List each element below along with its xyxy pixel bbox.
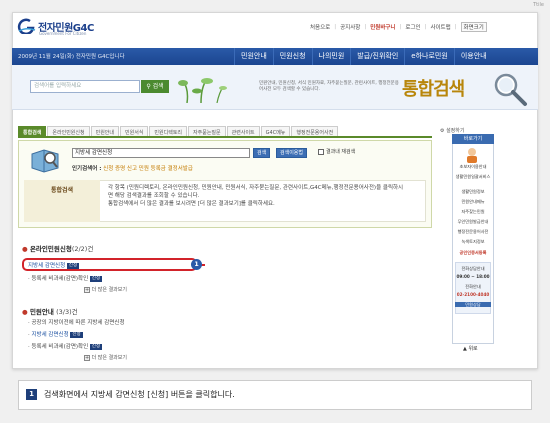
search-band: 검색어를 입력하세요 ⚲ 검색 민원안내, 민원신청, 서식 민원자료, 자주묻… — [12, 65, 538, 110]
apply-button[interactable]: 신청 — [66, 262, 80, 269]
popular-label: 인기검색어 : — [72, 166, 102, 172]
result-item: · 공장의 지방이전에 따른 지방세 감면신청 — [28, 318, 125, 326]
sidebar-item-certificate[interactable]: 공인인증서등록 — [455, 250, 491, 255]
sidebar-title: 바로가기 — [452, 134, 494, 144]
result-link-registration-tax[interactable]: 등록세 비과세(감면)확인 — [32, 344, 89, 350]
plus-icon: + — [84, 355, 90, 361]
info-text: 각 항목 (민원디렉토리, 온라인민원신청, 민원안내, 민원서식, 자주묻는질… — [108, 185, 404, 207]
result-item: · 등록세 비과세(감면)확인 신청 — [28, 342, 103, 350]
sidebar-item-guide-menu[interactable]: 민원안내메뉴 — [455, 199, 491, 204]
util-basket-link[interactable]: 민원바구니 — [370, 23, 395, 31]
sidebar-item-life-info[interactable]: 생활민원정보 — [455, 189, 491, 194]
search-input[interactable]: 검색어를 입력하세요 — [30, 80, 140, 93]
bullet-icon: · — [28, 320, 30, 326]
search-icon: ⚲ — [146, 83, 151, 90]
query-input[interactable]: 지방세 감면신청 — [72, 148, 250, 158]
caption-text: 검색화면에서 지방세 감면신청 [신청] 버튼을 클릭합니다. — [44, 390, 235, 399]
util-login-link[interactable]: 로그인 — [405, 23, 420, 31]
main-menu: 민원안내 민원신청 나의민원 발급/진위확인 e하나로민원 이용안내 — [234, 48, 493, 65]
menu-item-issue[interactable]: 발급/진위확인 — [350, 48, 404, 65]
menu-item-usage[interactable]: 이용안내 — [453, 48, 493, 65]
plant-illustration-icon — [178, 78, 227, 103]
popular-keywords: 인기검색어 : 신청 증명 신고 민원 등록금 결정서발급 — [72, 164, 193, 172]
result-item: · 등록세 비과세(감면)확인 신청 — [28, 274, 103, 282]
callout-number-badge: 1 — [191, 259, 202, 270]
section-online-apply-heading: ● 온라인민원신청(2/2)건 — [22, 245, 94, 253]
util-home-link[interactable]: 처음으로 — [310, 23, 330, 31]
search-button[interactable]: ⚲ 검색 — [141, 80, 169, 93]
apply-button[interactable]: 신청 — [89, 275, 103, 282]
call-center-hours: 09:00 ~ 18:00 — [456, 274, 490, 279]
phone-number: 02-2100-4040 — [456, 292, 490, 297]
book-magnifier-icon — [31, 149, 59, 173]
sidebar-item-beginner[interactable]: 초보자이용안내 — [455, 164, 491, 169]
logo-subtitle: Government For Citizen — [39, 31, 87, 36]
sidebar-item-consult[interactable]: 민원상담 — [455, 302, 491, 307]
refine-search-label: 결과내 재검색 — [326, 149, 356, 155]
more-results-link[interactable]: + 더 많은 결과보기 — [84, 354, 127, 361]
unified-search-title: 통합검색 — [402, 79, 465, 100]
bullet-icon: · — [28, 276, 30, 282]
apply-button[interactable]: 신청 — [89, 343, 103, 350]
result-item: · 지방세 감면신청 신청 — [28, 330, 83, 338]
apply-button[interactable]: 신청 — [70, 331, 83, 338]
more-results-link[interactable]: + 더 많은 결과보기 — [84, 286, 127, 293]
sidebar-item-green-land[interactable]: 녹색토지정보 — [455, 239, 491, 244]
sidebar-item-kiosk[interactable]: 무인민원발급안내 — [455, 219, 491, 224]
phone-label: 전화안내 — [465, 284, 481, 289]
search-description: 민원안내, 민원신청, 서식 민원자료, 자주묻는질문, 관련사이트, 행정전문… — [259, 81, 399, 92]
call-center-label: 전화상담안내 — [461, 266, 485, 271]
popular-keyword-list[interactable]: 신청 증명 신고 민원 등록금 결정서발급 — [103, 166, 193, 172]
result-link-factory-relocation[interactable]: 공장의 지방이전에 따른 지방세 감면신청 — [32, 320, 125, 326]
bullet-icon: · — [28, 332, 30, 338]
result-link-registration-tax[interactable]: 등록세 비과세(감면)확인 — [32, 276, 89, 282]
gear-icon: ⚙ — [440, 128, 445, 134]
menu-item-my[interactable]: 나의민원 — [311, 48, 351, 65]
arrow-up-icon: ▲ — [463, 346, 467, 352]
util-notice-link[interactable]: 공지사항 — [340, 23, 360, 31]
menu-item-guide[interactable]: 민원안내 — [234, 48, 273, 65]
util-sitemap-link[interactable]: 사이트맵 — [430, 23, 450, 31]
search-help-button[interactable]: 검색이용법 — [276, 148, 308, 158]
guide-person-icon — [467, 148, 477, 163]
date-text: 2009년 11월 24일(화) 전자민원 G4C입니다 — [18, 54, 125, 60]
result-link-local-tax-reduction[interactable]: 지방세 감면신청 — [28, 263, 65, 269]
bullet-icon: · — [28, 344, 30, 350]
result-link-local-tax-reduction[interactable]: 지방세 감면신청 — [32, 332, 69, 338]
refine-search-checkbox[interactable] — [318, 149, 324, 155]
g4c-logo-icon[interactable] — [16, 18, 36, 34]
sidebar-item-frequent[interactable]: 자주찾는민원 — [455, 209, 491, 214]
menu-item-ehanaro[interactable]: e하나로민원 — [404, 48, 454, 65]
scroll-top-button[interactable]: ▲ 위로 — [463, 345, 478, 352]
tab-underline — [18, 136, 432, 138]
util-font-size[interactable]: 화면크기 — [460, 22, 487, 32]
menu-item-apply[interactable]: 민원신청 — [272, 48, 312, 65]
main-navbar: 2009년 11월 24일(화) 전자민원 G4C입니다 민원안내 민원신청 나… — [12, 48, 538, 65]
info-heading: 통합검색 — [24, 180, 100, 222]
query-search-button[interactable]: 검색 — [253, 148, 271, 158]
caption-step-number: 1 — [26, 389, 37, 400]
section-civil-guide-heading: ● 민원안내 (3/3)건 — [22, 308, 78, 316]
utility-links: 처음으로 | 공지사항 | 민원바구니 | 로그인 | 사이트맵 | 화면크기 — [310, 22, 487, 32]
plus-icon: + — [84, 287, 90, 293]
result-item: 지방세 감면신청 신청 — [28, 261, 80, 269]
settings-link[interactable]: ⚙ 설정하기 — [440, 127, 464, 134]
magnifier-icon — [494, 73, 527, 106]
sidebar-item-life-service[interactable]: 생활민원일괄서비스 — [455, 174, 491, 179]
sidebar-item-glossary[interactable]: 행정전문용어사전 — [455, 229, 491, 234]
corner-tag: Ttile — [533, 2, 544, 8]
